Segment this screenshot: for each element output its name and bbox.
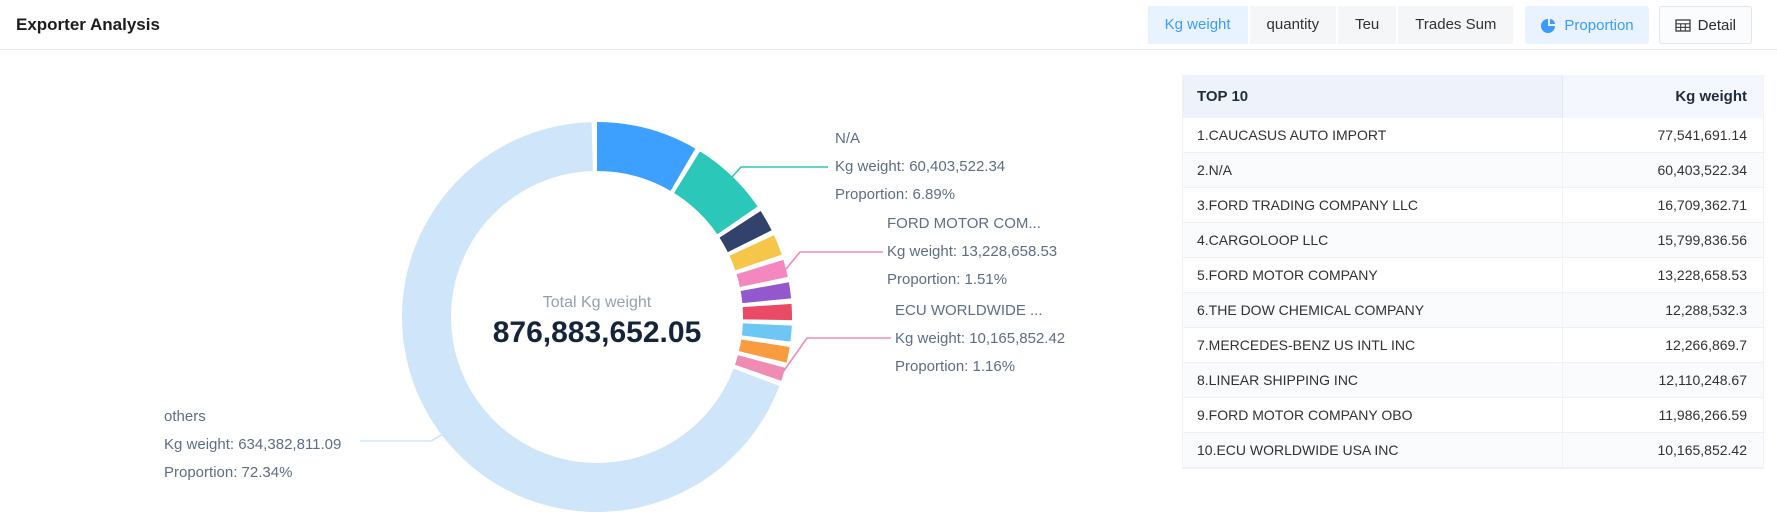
table-row: 4.CARGOLOOP LLC15,799,836.56 bbox=[1183, 223, 1763, 258]
kg-weight-cell: 77,541,691.14 bbox=[1563, 118, 1763, 152]
exporter-name-cell: 1.CAUCASUS AUTO IMPORT bbox=[1183, 118, 1563, 152]
exporter-name-cell: 2.N/A bbox=[1183, 153, 1563, 187]
exporter-name-cell: 5.FORD MOTOR COMPANY bbox=[1183, 258, 1563, 292]
proportion-button-label: Proportion bbox=[1564, 17, 1633, 34]
kg-weight-cell: 12,288,532.3 bbox=[1563, 293, 1763, 327]
kg-weight-cell: 12,266,869.7 bbox=[1563, 328, 1763, 362]
tab-teu[interactable]: Teu bbox=[1338, 6, 1396, 44]
kg-weight-cell: 16,709,362.71 bbox=[1563, 188, 1763, 222]
kg-weight-cell: 11,986,266.59 bbox=[1563, 398, 1763, 432]
callout-name: N/A bbox=[835, 125, 1005, 153]
header: Exporter Analysis Kg weight quantity Teu… bbox=[0, 0, 1777, 50]
tab-kg-weight[interactable]: Kg weight bbox=[1148, 6, 1248, 44]
table-row: 3.FORD TRADING COMPANY LLC16,709,362.71 bbox=[1183, 188, 1763, 223]
callout-na: N/A Kg weight: 60,403,522.34 Proportion:… bbox=[835, 125, 1005, 209]
exporter-name-cell: 7.MERCEDES-BENZ US INTL INC bbox=[1183, 328, 1563, 362]
callout-ford-motor: FORD MOTOR COM... Kg weight: 13,228,658.… bbox=[887, 210, 1057, 294]
table-header-row: TOP 10 Kg weight bbox=[1183, 75, 1763, 118]
table-body: 1.CAUCASUS AUTO IMPORT77,541,691.142.N/A… bbox=[1183, 118, 1763, 468]
kg-weight-cell: 15,799,836.56 bbox=[1563, 223, 1763, 257]
detail-button-label: Detail bbox=[1698, 17, 1736, 34]
proportion-button[interactable]: Proportion bbox=[1525, 6, 1648, 44]
kg-weight-cell: 12,110,248.67 bbox=[1563, 363, 1763, 397]
header-controls: Kg weight quantity Teu Trades Sum Propor… bbox=[1148, 6, 1752, 44]
exporter-name-cell: 8.LINEAR SHIPPING INC bbox=[1183, 363, 1563, 397]
callout-kg-weight: Kg weight: 13,228,658.53 bbox=[887, 238, 1057, 266]
callout-name: FORD MOTOR COM... bbox=[887, 210, 1057, 238]
table-row: 5.FORD MOTOR COMPANY13,228,658.53 bbox=[1183, 258, 1763, 293]
table-row: 8.LINEAR SHIPPING INC12,110,248.67 bbox=[1183, 363, 1763, 398]
tab-quantity[interactable]: quantity bbox=[1250, 6, 1337, 44]
exporter-name-cell: 6.THE DOW CHEMICAL COMPANY bbox=[1183, 293, 1563, 327]
table-row: 6.THE DOW CHEMICAL COMPANY12,288,532.3 bbox=[1183, 293, 1763, 328]
kg-weight-cell: 60,403,522.34 bbox=[1563, 153, 1763, 187]
callout-name: others bbox=[164, 403, 341, 431]
kg-weight-cell: 10,165,852.42 bbox=[1563, 433, 1763, 467]
top10-table: TOP 10 Kg weight 1.CAUCASUS AUTO IMPORT7… bbox=[1182, 75, 1764, 469]
exporter-name-cell: 10.ECU WORLDWIDE USA INC bbox=[1183, 433, 1563, 467]
callout-name: ECU WORLDWIDE ... bbox=[895, 297, 1065, 325]
total-kg-weight-value: 876,883,652.05 bbox=[417, 314, 777, 352]
callout-others: others Kg weight: 634,382,811.09 Proport… bbox=[164, 403, 341, 487]
total-kg-weight-label: Total Kg weight bbox=[417, 292, 777, 314]
callout-proportion: Proportion: 1.51% bbox=[887, 266, 1057, 294]
callout-kg-weight: Kg weight: 10,165,852.42 bbox=[895, 325, 1065, 353]
exporter-name-cell: 3.FORD TRADING COMPANY LLC bbox=[1183, 188, 1563, 222]
kg-weight-column-header: Kg weight bbox=[1563, 75, 1763, 118]
top10-column-header: TOP 10 bbox=[1183, 75, 1563, 118]
table-row: 2.N/A60,403,522.34 bbox=[1183, 153, 1763, 188]
detail-button[interactable]: Detail bbox=[1659, 6, 1752, 44]
exporter-name-cell: 4.CARGOLOOP LLC bbox=[1183, 223, 1563, 257]
callout-proportion: Proportion: 6.89% bbox=[835, 181, 1005, 209]
table-row: 10.ECU WORLDWIDE USA INC10,165,852.42 bbox=[1183, 433, 1763, 468]
exporter-name-cell: 9.FORD MOTOR COMPANY OBO bbox=[1183, 398, 1563, 432]
donut-segment-1[interactable] bbox=[597, 122, 695, 191]
pie-chart-icon bbox=[1540, 16, 1557, 34]
table-row: 7.MERCEDES-BENZ US INTL INC12,266,869.7 bbox=[1183, 328, 1763, 363]
leader-line-ford bbox=[786, 252, 883, 269]
callout-kg-weight: Kg weight: 634,382,811.09 bbox=[164, 431, 341, 459]
table-grid-icon bbox=[1675, 18, 1691, 33]
donut-center-label: Total Kg weight 876,883,652.05 bbox=[417, 292, 777, 352]
kg-weight-cell: 13,228,658.53 bbox=[1563, 258, 1763, 292]
callout-proportion: Proportion: 1.16% bbox=[895, 353, 1065, 381]
leader-line-ecu bbox=[783, 338, 891, 372]
tab-trades-sum[interactable]: Trades Sum bbox=[1398, 6, 1513, 44]
table-row: 1.CAUCASUS AUTO IMPORT77,541,691.14 bbox=[1183, 118, 1763, 153]
table-row: 9.FORD MOTOR COMPANY OBO11,986,266.59 bbox=[1183, 398, 1763, 433]
page-title: Exporter Analysis bbox=[16, 0, 160, 50]
callout-kg-weight: Kg weight: 60,403,522.34 bbox=[835, 153, 1005, 181]
callout-proportion: Proportion: 72.34% bbox=[164, 459, 341, 487]
metric-tabs: Kg weight quantity Teu Trades Sum bbox=[1148, 6, 1514, 44]
callout-ecu-worldwide: ECU WORLDWIDE ... Kg weight: 10,165,852.… bbox=[895, 297, 1065, 381]
